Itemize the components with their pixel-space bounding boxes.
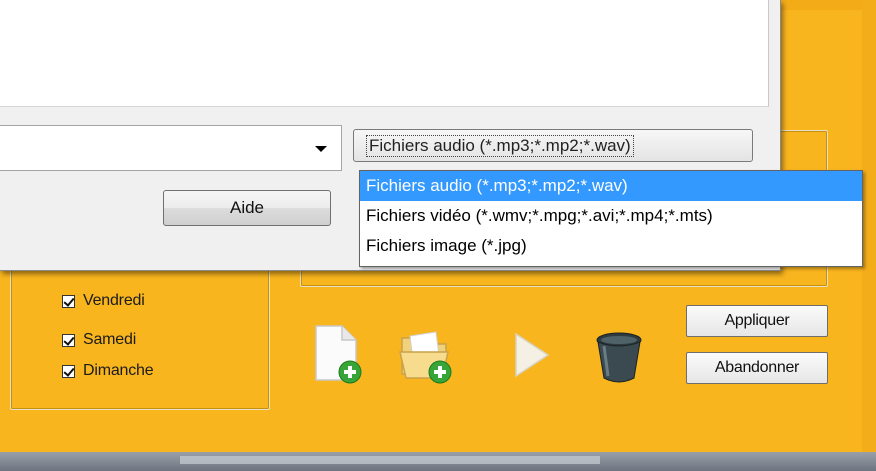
app-right-edge	[862, 0, 876, 471]
new-file-icon[interactable]	[310, 322, 366, 386]
day-label: Samedi	[83, 331, 137, 348]
file-type-option-image[interactable]: Fichiers image (*.jpg)	[360, 231, 862, 261]
file-type-select[interactable]: Fichiers audio (*.mp3;*.mp2;*.wav)	[353, 129, 753, 162]
file-type-option-audio[interactable]: Fichiers audio (*.mp3;*.mp2;*.wav)	[360, 171, 862, 201]
file-list-area[interactable]	[0, 0, 769, 107]
file-type-dropdown-list[interactable]: Fichiers audio (*.mp3;*.mp2;*.wav) Fichi…	[359, 170, 863, 267]
day-checkbox-friday[interactable]: Vendredi	[62, 290, 145, 312]
day-label: Dimanche	[83, 362, 154, 379]
apply-button[interactable]: Appliquer	[686, 305, 828, 337]
trash-bin-icon[interactable]	[594, 330, 644, 386]
day-label: Vendredi	[83, 292, 145, 309]
abort-button[interactable]: Abandonner	[686, 352, 828, 384]
play-icon[interactable]	[508, 330, 554, 380]
file-type-selected-value: Fichiers audio (*.mp3;*.mp2;*.wav)	[366, 134, 634, 157]
days-groupbox	[10, 250, 270, 410]
chevron-down-icon[interactable]	[315, 146, 327, 152]
file-type-option-video[interactable]: Fichiers vidéo (*.wmv;*.mpg;*.avi;*.mp4;…	[360, 201, 862, 231]
taskbar	[0, 452, 876, 471]
day-checkbox-sunday[interactable]: Dimanche	[62, 360, 154, 382]
checkbox-checked-icon[interactable]	[62, 333, 75, 347]
filename-combobox[interactable]	[0, 125, 342, 171]
add-folder-icon[interactable]	[396, 324, 462, 386]
day-checkbox-saturday[interactable]: Samedi	[62, 329, 136, 351]
checkbox-checked-icon[interactable]	[62, 294, 75, 308]
checkbox-checked-icon[interactable]	[62, 364, 75, 378]
help-button[interactable]: Aide	[163, 190, 331, 226]
taskbar-highlight	[180, 456, 600, 464]
